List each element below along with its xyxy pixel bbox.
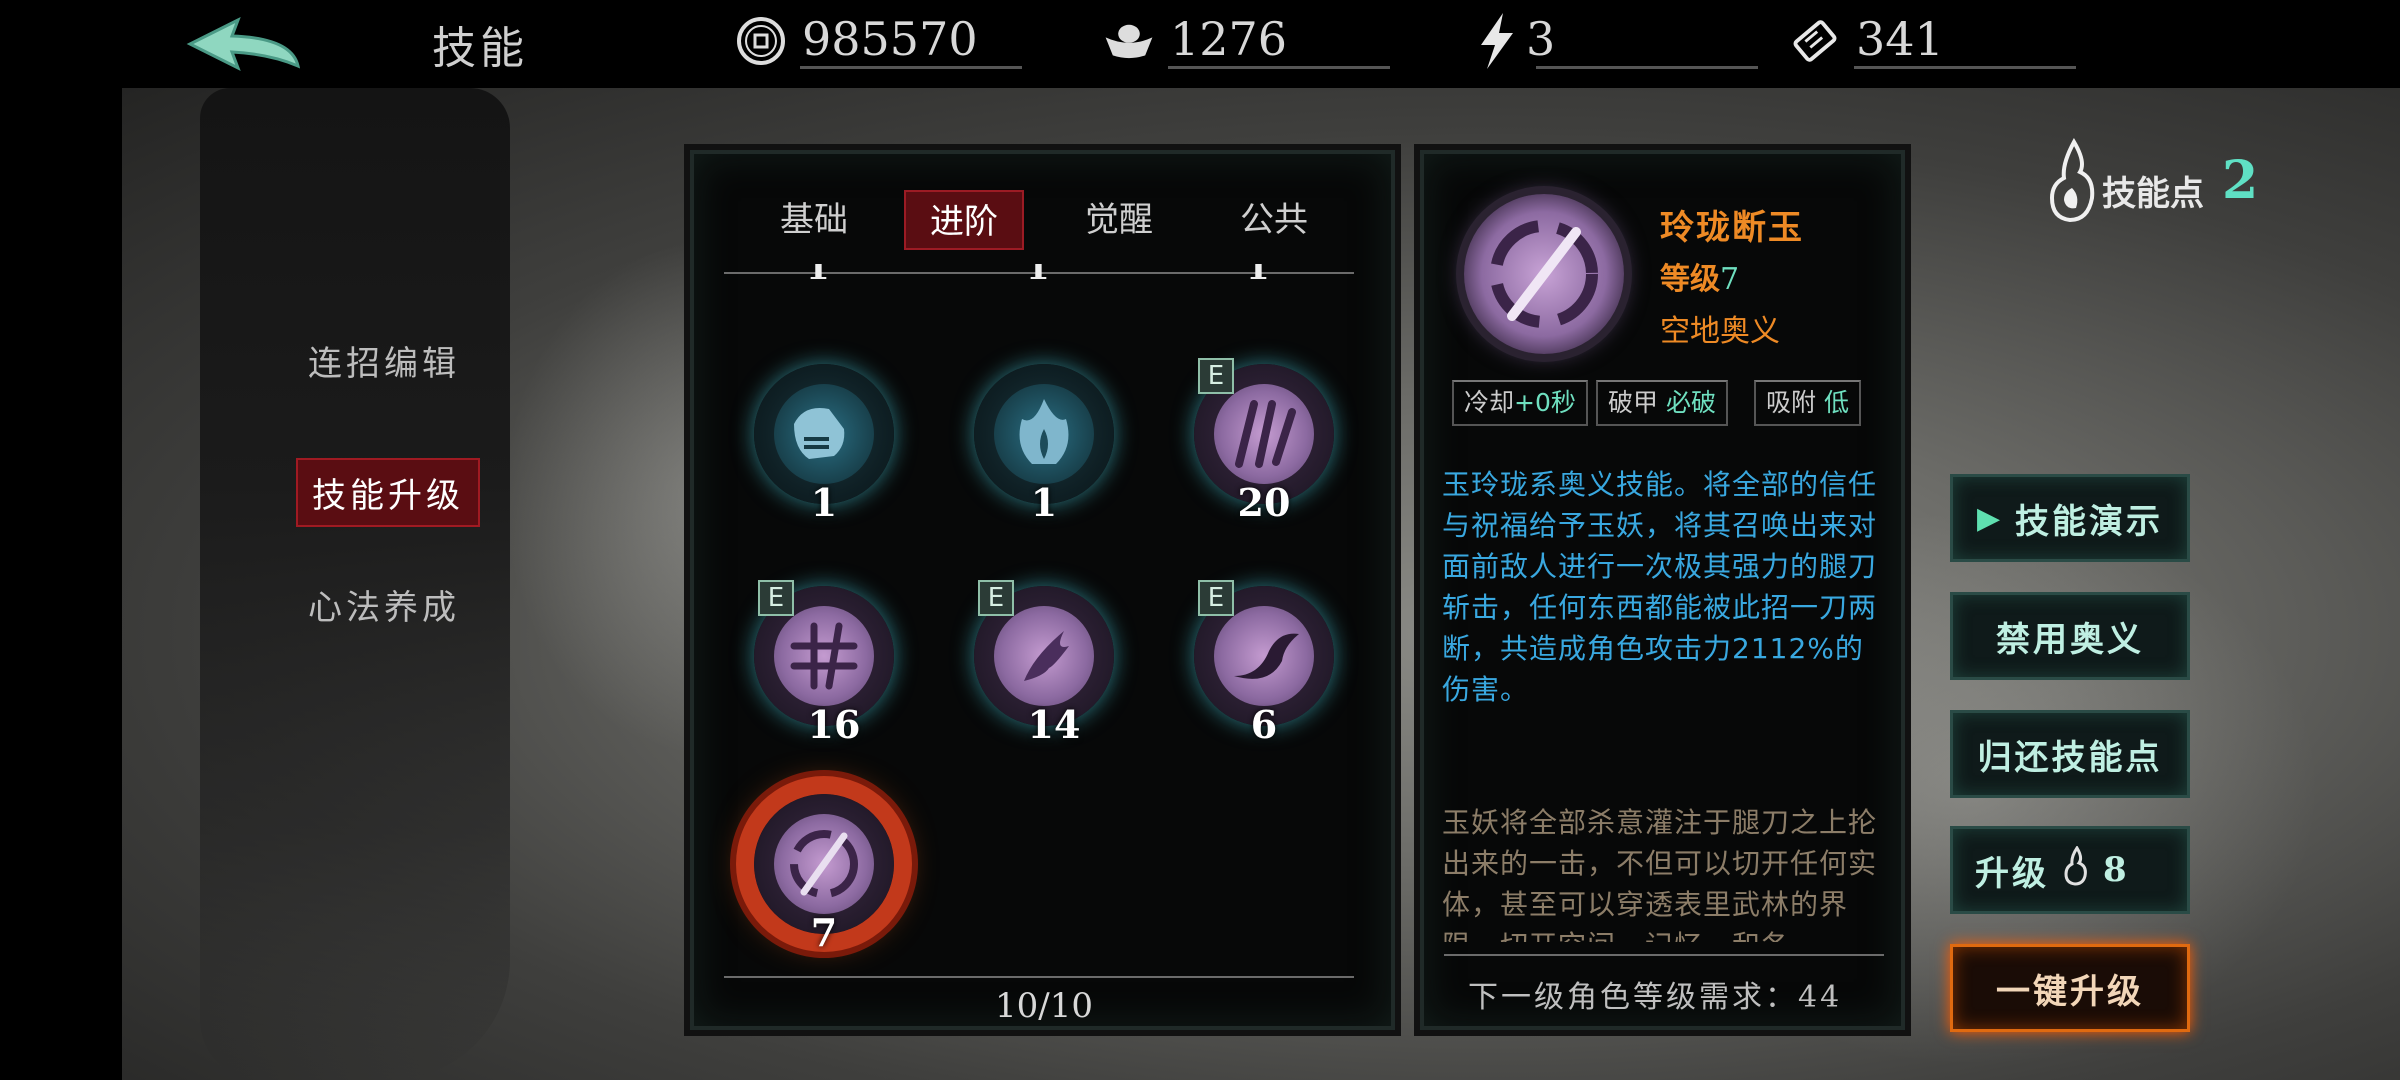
ingot-value: 1276 xyxy=(1170,12,1288,66)
skill-tabs: 基础 进阶 觉醒 公共 xyxy=(754,190,1354,250)
skill-points-label: 技能点 xyxy=(2102,174,2204,214)
upgrade-cost: 8 xyxy=(2103,850,2130,890)
skill-level: 6 xyxy=(1250,702,1278,747)
stat-value: 必破 xyxy=(1665,388,1716,417)
grade-value: 7 xyxy=(1720,262,1740,297)
energy-underline xyxy=(1536,66,1758,69)
skill-demo-button[interactable]: ▶ 技能演示 xyxy=(1950,474,2190,562)
skill-list-panel: 基础 进阶 觉醒 公共 1 1 1 1 1 E 20 E 16 E 14 E 6… xyxy=(690,150,1395,1030)
skill-type: 空地奥义 xyxy=(1660,314,1780,349)
skill-grade: 等级7 xyxy=(1660,254,1739,298)
flame-skill-icon xyxy=(994,384,1094,484)
stat-value: 低 xyxy=(1823,388,1849,417)
skill-description: 玉玲珑系奥义技能。将全部的信任与祝福给予玉妖，将其召唤出来对面前敌人进行一次极其… xyxy=(1442,468,1878,706)
stat-absorb: 吸附 低 xyxy=(1754,380,1861,426)
wave-skill-icon xyxy=(1214,606,1314,706)
skill-level: 14 xyxy=(1027,702,1081,747)
skill-lore: 玉妖将全部杀意灌注于腿刀之上抡出来的一击，不但可以切开任何实体，甚至可以穿透表里… xyxy=(1442,806,1878,942)
list-divider xyxy=(724,976,1354,978)
tab-common[interactable]: 公共 xyxy=(1214,190,1334,250)
skill-level: 1 xyxy=(1246,264,1270,288)
tab-basic[interactable]: 基础 xyxy=(754,190,874,250)
skill-detail-panel: 玲珑断玉 等级7 空地奥义 冷却+0秒 破甲 必破 吸附 低 玉玲珑系奥义技能。… xyxy=(1420,150,1905,1030)
skill-level: 7 xyxy=(810,910,838,955)
skill-level: 1 xyxy=(1030,480,1058,525)
level-requirement: 下一级角色等级需求：44 xyxy=(1468,980,1843,1015)
menu-item-mind-training[interactable]: 心法养成 xyxy=(308,580,460,629)
skill-level: 20 xyxy=(1237,480,1291,525)
partial-row: 1 1 1 xyxy=(694,264,1394,304)
upgrade-label: 升级 xyxy=(1975,853,2049,894)
refund-points-button[interactable]: 归还技能点 xyxy=(1950,710,2190,798)
flame-icon xyxy=(2063,844,2089,895)
menu-item-combo-edit[interactable]: 连招编辑 xyxy=(308,336,460,385)
tab-awaken[interactable]: 觉醒 xyxy=(1059,190,1179,250)
stat-armor-break: 破甲 必破 xyxy=(1596,380,1728,426)
skill-level: 16 xyxy=(807,702,861,747)
phoenix-skill-icon xyxy=(994,606,1094,706)
skill-level: 1 xyxy=(810,480,838,525)
equipped-badge: E xyxy=(1198,358,1234,394)
skill-demo-label: 技能演示 xyxy=(2015,501,2164,542)
grade-label: 等级 xyxy=(1660,262,1720,297)
equipped-badge: E xyxy=(1198,580,1234,616)
blade-ring-skill-icon xyxy=(774,814,874,914)
ingot-underline xyxy=(1168,66,1390,69)
tab-advanced[interactable]: 进阶 xyxy=(904,190,1024,250)
blade-ring-skill-icon xyxy=(1464,194,1624,354)
one-click-upgrade-button[interactable]: 一键升级 xyxy=(1950,944,2190,1032)
skill-points-value: 2 xyxy=(2222,150,2259,211)
ticket-underline xyxy=(1854,66,2076,69)
disable-ultimate-button[interactable]: 禁用奥义 xyxy=(1950,592,2190,680)
ingot-icon xyxy=(1102,14,1156,68)
play-icon: ▶ xyxy=(1976,500,2004,536)
equipped-badge: E xyxy=(978,580,1014,616)
coin-underline xyxy=(800,66,1022,69)
stat-label: 吸附 xyxy=(1766,388,1824,417)
claw-skill-icon xyxy=(1214,384,1314,484)
skill-level: 1 xyxy=(1026,264,1050,288)
stat-label: 破甲 xyxy=(1608,388,1666,417)
fist-skill-icon xyxy=(774,384,874,484)
stat-label: 冷却 xyxy=(1464,388,1515,417)
back-arrow-icon[interactable] xyxy=(180,14,310,78)
ticket-value: 341 xyxy=(1856,12,1944,66)
requirement-divider xyxy=(1444,954,1884,956)
energy-value: 3 xyxy=(1526,12,1556,66)
upgrade-button[interactable]: 升级 8 xyxy=(1950,826,2190,914)
stat-value: +0秒 xyxy=(1514,388,1576,417)
coin-value: 985570 xyxy=(802,12,978,66)
ticket-icon xyxy=(1788,14,1842,68)
stat-cooldown: 冷却+0秒 xyxy=(1452,380,1588,426)
flame-icon xyxy=(2046,137,2100,228)
lightning-icon xyxy=(1470,13,1524,69)
top-bar: 技能 985570 1276 3 341 xyxy=(0,0,2400,88)
skill-points-display: 技能点 2 xyxy=(2046,137,2276,223)
cross-slash-skill-icon xyxy=(774,606,874,706)
page-indicator: 10/10 xyxy=(995,986,1093,1026)
skill-name: 玲珑断玉 xyxy=(1660,208,1804,248)
skill-level: 1 xyxy=(806,264,830,288)
equipped-badge: E xyxy=(758,580,794,616)
page-title: 技能 xyxy=(432,23,528,74)
menu-item-skill-upgrade[interactable]: 技能升级 xyxy=(296,458,480,527)
coin-icon xyxy=(734,14,788,68)
